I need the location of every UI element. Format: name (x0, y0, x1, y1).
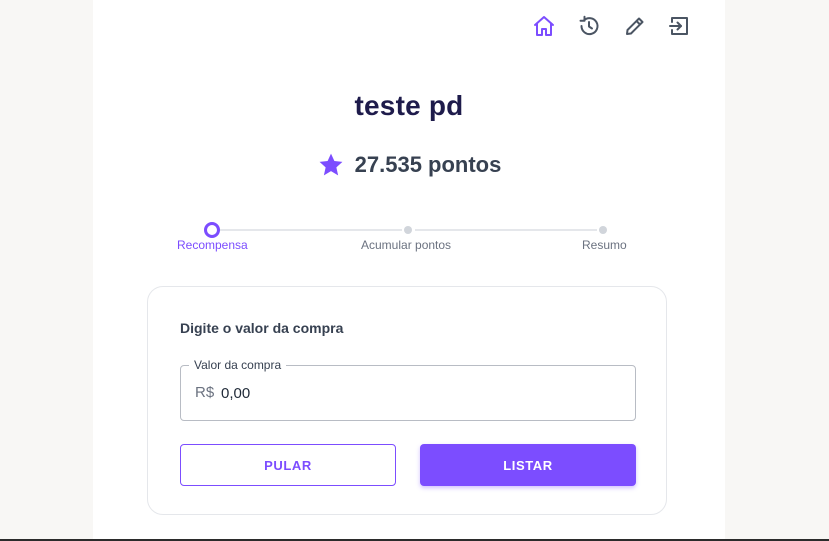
card-title: Digite o valor da compra (180, 320, 344, 336)
purchase-value-input[interactable] (221, 382, 521, 404)
user-name-title: teste pd (354, 90, 464, 121)
field-label: Valor da compra (189, 358, 287, 372)
step-label-resumo: Resumo (582, 238, 627, 252)
main-panel: teste pd 27.535 pontos Recompensa Acumul… (93, 0, 725, 539)
skip-button[interactable]: PULAR (180, 444, 396, 486)
points-balance: 27.535 pontos (354, 152, 502, 177)
list-button[interactable]: LISTAR (420, 444, 636, 486)
step-dot-recompensa (204, 222, 220, 238)
edit-icon[interactable] (623, 14, 647, 38)
stepper-connector (415, 229, 597, 231)
stepper-connector (219, 229, 402, 231)
points-summary: 27.535 pontos (93, 148, 725, 182)
top-navigation (93, 0, 725, 54)
purchase-card: Digite o valor da compra Valor da compra… (147, 286, 667, 515)
step-dot-acumular (404, 226, 412, 234)
home-icon[interactable] (532, 14, 556, 38)
left-margin (0, 0, 93, 539)
step-label-acumular: Acumular pontos (361, 238, 452, 252)
star-icon (319, 153, 343, 176)
purchase-value-field[interactable]: Valor da compra R$ (180, 358, 636, 421)
currency-prefix: R$ (195, 384, 215, 401)
step-label-recompensa: Recompensa (177, 238, 248, 252)
progress-stepper: Recompensa Acumular pontos Resumo (93, 218, 725, 258)
step-dot-resumo (599, 226, 607, 234)
app-page: teste pd 27.535 pontos Recompensa Acumul… (0, 0, 829, 541)
logout-icon[interactable] (667, 14, 691, 38)
history-icon[interactable] (577, 14, 601, 38)
right-margin (725, 0, 829, 539)
